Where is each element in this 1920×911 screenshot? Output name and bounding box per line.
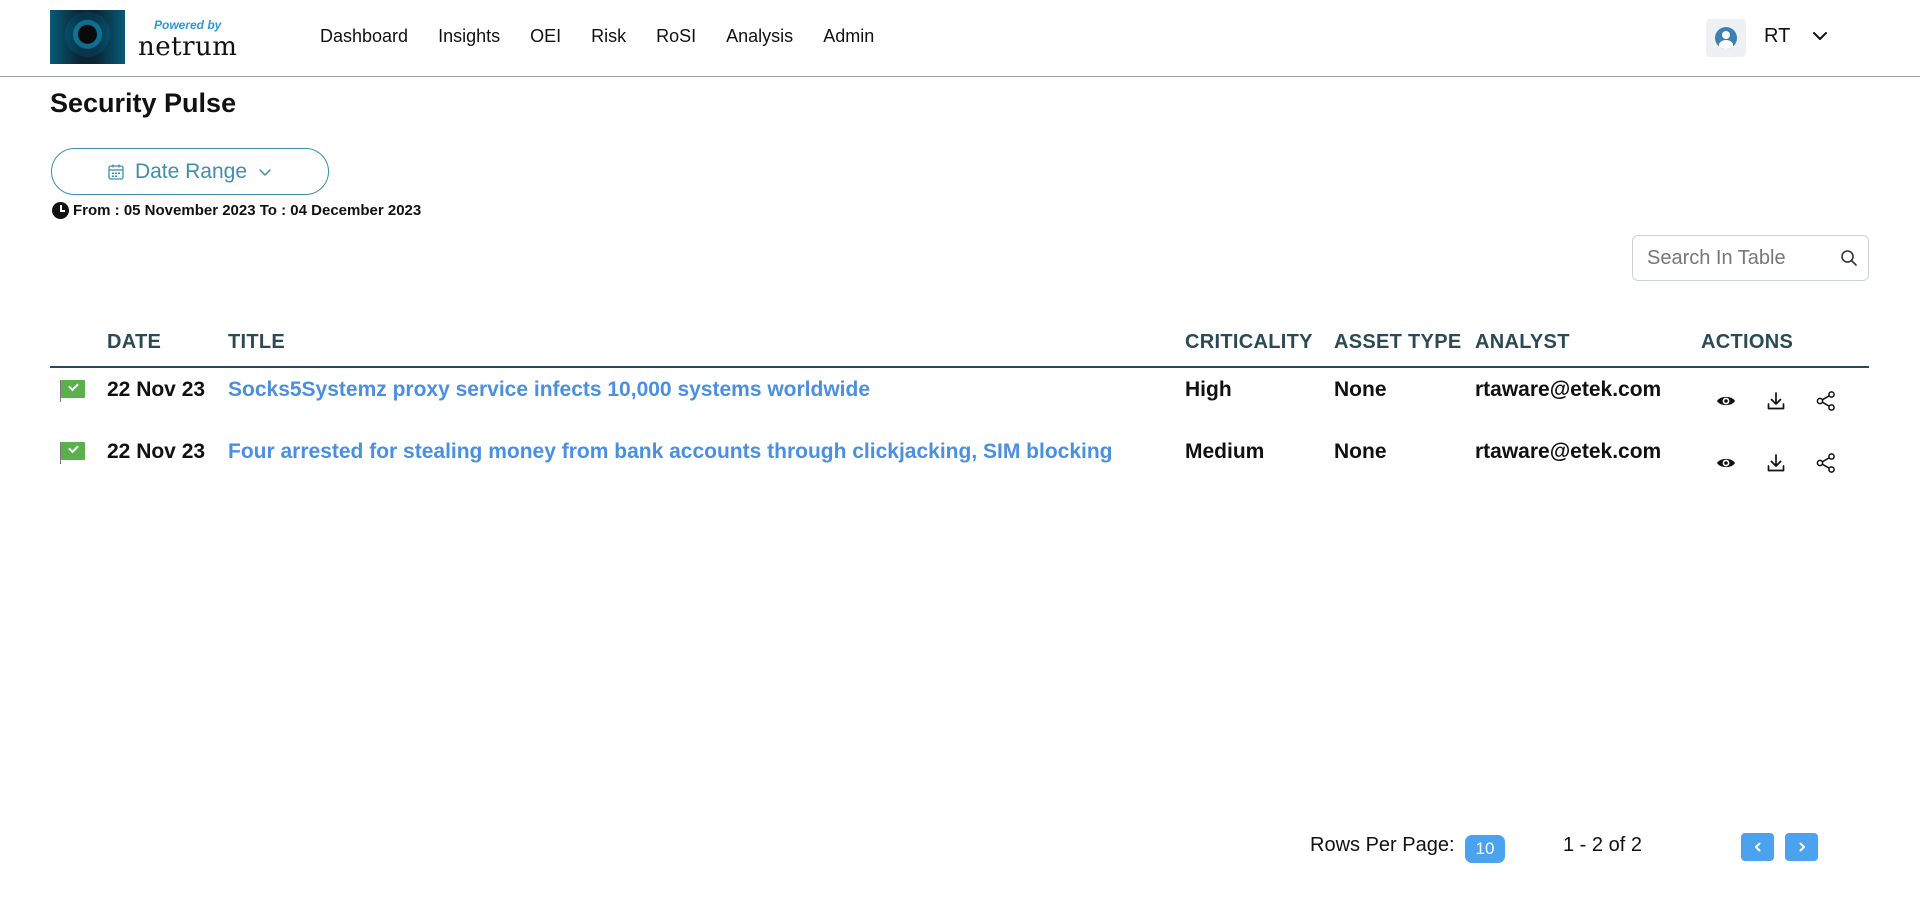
next-page-button[interactable] (1785, 833, 1818, 861)
nav-insights[interactable]: Insights (438, 26, 500, 47)
row-date: 22 Nov 23 (107, 378, 206, 401)
table-search (1632, 235, 1869, 281)
nav-analysis[interactable]: Analysis (726, 26, 793, 47)
prev-page-button[interactable] (1741, 833, 1774, 861)
date-range-text: From : 05 November 2023 To : 04 December… (73, 202, 422, 219)
date-range-label: Date Range (134, 159, 248, 183)
table-header: DATE TITLE CRITICALITY ASSET TYPE ANALYS… (50, 326, 1869, 368)
nav-risk[interactable]: Risk (591, 26, 626, 47)
rows-per-page-label: Rows Per Page: (1310, 834, 1455, 856)
share-icon[interactable] (1815, 452, 1837, 474)
user-initials[interactable]: RT (1764, 25, 1790, 48)
column-header-criticality[interactable]: CRITICALITY (1185, 331, 1313, 354)
eye-icon[interactable] (1715, 452, 1737, 474)
column-header-title[interactable]: TITLE (228, 331, 285, 354)
calendar-icon (108, 164, 124, 180)
user-avatar-button[interactable] (1706, 19, 1746, 57)
row-asset-type: None (1334, 440, 1387, 463)
nav-oei[interactable]: OEI (530, 26, 561, 47)
row-analyst: rtaware@etek.com (1475, 440, 1662, 463)
row-asset-type: None (1334, 378, 1387, 401)
column-header-analyst[interactable]: ANALYST (1475, 331, 1570, 354)
column-header-date[interactable]: DATE (107, 331, 161, 354)
chevron-left-icon (1754, 842, 1760, 852)
row-criticality: High (1185, 378, 1232, 401)
user-avatar-icon (1715, 27, 1737, 49)
nav-rosi[interactable]: RoSI (656, 26, 696, 47)
page-range-info: 1 - 2 of 2 (1563, 834, 1642, 856)
search-icon[interactable] (1840, 249, 1858, 267)
date-range-summary: From : 05 November 2023 To : 04 December… (52, 202, 421, 219)
chevron-down-icon[interactable] (1810, 26, 1830, 46)
table-row: 22 Nov 23 Four arrested for stealing mon… (50, 430, 1869, 492)
chevron-down-icon (259, 168, 271, 176)
rows-per-page-select[interactable]: 10 (1465, 835, 1505, 863)
main-nav: Dashboard Insights OEI Risk RoSI Analysi… (320, 26, 904, 47)
table-row: 22 Nov 23 Socks5Systemz proxy service in… (50, 368, 1869, 430)
nav-dashboard[interactable]: Dashboard (320, 26, 408, 47)
clock-icon (52, 202, 69, 219)
row-date: 22 Nov 23 (107, 440, 206, 463)
security-pulse-table: DATE TITLE CRITICALITY ASSET TYPE ANALYS… (50, 326, 1869, 492)
download-icon[interactable] (1765, 390, 1787, 412)
flag-icon (61, 380, 85, 398)
flag-icon (61, 442, 85, 460)
share-icon[interactable] (1815, 390, 1837, 412)
eye-icon[interactable] (1715, 390, 1737, 412)
brand-logo-text: netrum (138, 32, 238, 62)
powered-by-label: Powered by (154, 18, 222, 32)
row-title-link[interactable]: Four arrested for stealing money from ba… (228, 440, 1113, 464)
column-header-actions: ACTIONS (1701, 331, 1794, 353)
search-input[interactable] (1647, 246, 1832, 270)
column-header-asset-type[interactable]: ASSET TYPE (1334, 331, 1461, 354)
download-icon[interactable] (1765, 452, 1787, 474)
date-range-button[interactable]: Date Range (51, 148, 329, 195)
row-criticality: Medium (1185, 440, 1265, 463)
row-title-link[interactable]: Socks5Systemz proxy service infects 10,0… (228, 378, 870, 402)
nav-admin[interactable]: Admin (823, 26, 874, 47)
chevron-right-icon (1799, 842, 1805, 852)
top-bar: Powered by netrum Dashboard Insights OEI… (0, 0, 1920, 77)
page-title: Security Pulse (50, 88, 237, 118)
logo-eye-image[interactable] (50, 10, 125, 64)
row-analyst: rtaware@etek.com (1475, 378, 1662, 401)
